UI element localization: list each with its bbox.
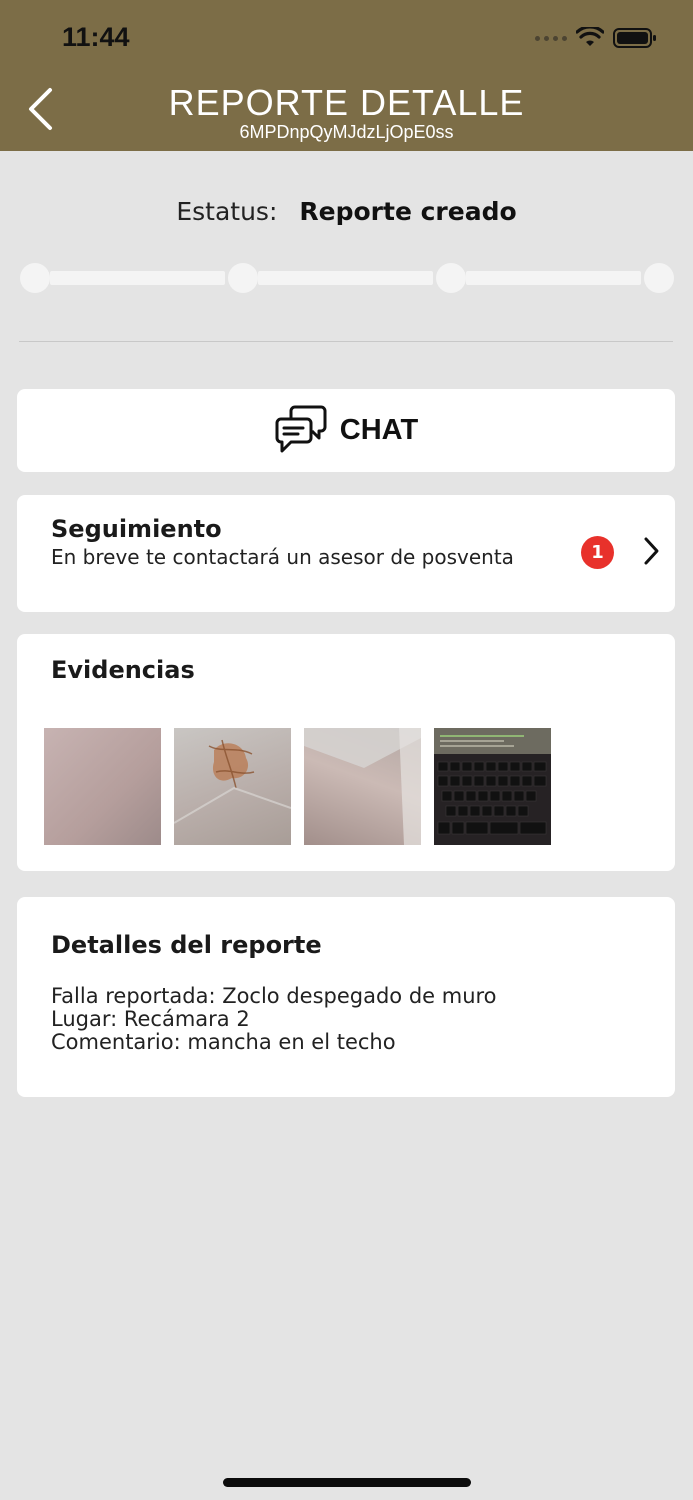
header-bar: 11:44 REPORTE DETALLE 6MPDnpQyMJdzLjOpE0… bbox=[0, 0, 693, 151]
notification-badge: 1 bbox=[581, 536, 614, 569]
progress-step bbox=[20, 263, 50, 293]
detalle-comentario: Comentario: mancha en el techo bbox=[51, 1030, 396, 1054]
stain-mark bbox=[174, 739, 291, 824]
status-bar-time: 11:44 bbox=[62, 22, 130, 52]
progress-segment bbox=[466, 271, 641, 285]
progress-step bbox=[436, 263, 466, 293]
progress-segment bbox=[258, 271, 433, 285]
chat-label: CHAT bbox=[339, 414, 419, 446]
seguimiento-text: En breve te contactará un asesor de posv… bbox=[51, 545, 514, 569]
detalles-title: Detalles del reporte bbox=[51, 931, 322, 959]
keyboard-shape bbox=[434, 728, 551, 835]
seguimiento-card[interactable]: Seguimiento En breve te contactará un as… bbox=[17, 495, 675, 612]
status-row: Estatus: Reporte creado bbox=[0, 197, 693, 226]
signal-icon bbox=[535, 35, 567, 41]
chat-button[interactable]: CHAT bbox=[17, 389, 675, 472]
chat-bubbles-icon bbox=[275, 405, 327, 452]
progress-step bbox=[228, 263, 258, 293]
progress-step bbox=[644, 263, 674, 293]
seguimiento-title: Seguimiento bbox=[51, 515, 222, 543]
detalles-list: Falla reportada: Zoclo despegado de muro… bbox=[51, 985, 497, 1054]
evidence-photo-keyboard[interactable] bbox=[434, 728, 551, 845]
evidencias-card: Evidencias bbox=[17, 634, 675, 871]
home-indicator[interactable] bbox=[223, 1478, 471, 1487]
wifi-icon bbox=[576, 27, 604, 46]
battery-icon bbox=[613, 28, 656, 48]
status-progress-tracker bbox=[20, 263, 674, 293]
status-bar-icons bbox=[535, 26, 657, 50]
detalles-card: Detalles del reporte Falla reportada: Zo… bbox=[17, 897, 675, 1097]
detalle-lugar: Lugar: Recámara 2 bbox=[51, 1007, 250, 1031]
corner-shape bbox=[304, 728, 421, 845]
status-label: Estatus: bbox=[176, 197, 278, 226]
evidence-photo-corner[interactable] bbox=[304, 728, 421, 845]
status-value: Reporte creado bbox=[299, 197, 517, 226]
report-id: 6MPDnpQyMJdzLjOpE0ss bbox=[239, 122, 454, 142]
page-title: REPORTE DETALLE bbox=[168, 82, 525, 123]
detalle-falla: Falla reportada: Zoclo despegado de muro bbox=[51, 984, 497, 1008]
progress-segment bbox=[50, 271, 225, 285]
evidence-gallery bbox=[44, 728, 551, 845]
evidencias-title: Evidencias bbox=[51, 656, 195, 684]
evidence-photo-stain[interactable] bbox=[174, 728, 291, 845]
evidence-photo-wall[interactable] bbox=[44, 728, 161, 845]
divider bbox=[19, 341, 673, 342]
chevron-right-icon bbox=[644, 537, 659, 565]
